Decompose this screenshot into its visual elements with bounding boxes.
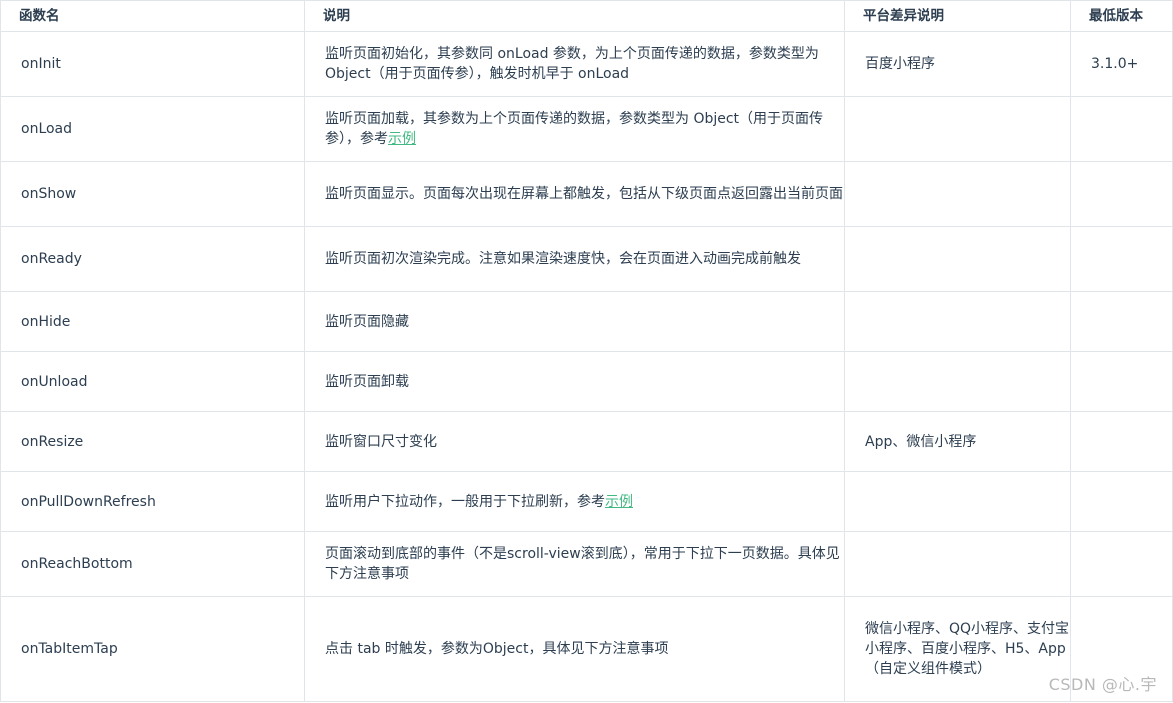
description-text: 监听页面初始化，其参数同 onLoad 参数，为上个页面传递的数据，参数类型为 … bbox=[325, 46, 819, 82]
min-version bbox=[1070, 96, 1173, 162]
min-version bbox=[1070, 351, 1173, 412]
function-name: onPullDownRefresh bbox=[0, 471, 305, 532]
header-function-name: 函数名 bbox=[0, 0, 305, 32]
description-text: 监听页面显示。页面每次出现在屏幕上都触发，包括从下级页面点返回露出当前页面 bbox=[325, 186, 843, 202]
function-description: 监听页面卸载 bbox=[304, 351, 845, 412]
header-row: 函数名 说明 平台差异说明 最低版本 bbox=[0, 0, 1173, 32]
lifecycle-table: 函数名 说明 平台差异说明 最低版本 onInit 监听页面初始化，其参数同 o… bbox=[0, 0, 1173, 702]
watermark: CSDN @心.宇 bbox=[1048, 675, 1157, 694]
function-description: 监听页面初次渲染完成。注意如果渲染速度快，会在页面进入动画完成前触发 bbox=[304, 226, 845, 292]
function-description: 监听页面初始化，其参数同 onLoad 参数，为上个页面传递的数据，参数类型为 … bbox=[304, 31, 845, 97]
function-name: onTabItemTap bbox=[0, 596, 305, 702]
table-row: onShow 监听页面显示。页面每次出现在屏幕上都触发，包括从下级页面点返回露出… bbox=[0, 161, 1173, 227]
function-description: 点击 tab 时触发，参数为Object，具体见下方注意事项 bbox=[304, 596, 845, 702]
platform-diff bbox=[844, 291, 1071, 352]
table-row: onLoad 监听页面加载，其参数为上个页面传递的数据，参数类型为 Object… bbox=[0, 96, 1173, 162]
min-version bbox=[1070, 411, 1173, 472]
header-platform-diff: 平台差异说明 bbox=[844, 0, 1071, 32]
min-version bbox=[1070, 226, 1173, 292]
table-row: onResize 监听窗口尺寸变化 App、微信小程序 bbox=[0, 411, 1173, 472]
function-name: onHide bbox=[0, 291, 305, 352]
table-row: onHide 监听页面隐藏 bbox=[0, 291, 1173, 352]
platform-diff bbox=[844, 471, 1071, 532]
function-name: onUnload bbox=[0, 351, 305, 412]
function-description: 监听用户下拉动作，一般用于下拉刷新，参考示例 bbox=[304, 471, 845, 532]
header-description: 说明 bbox=[304, 0, 845, 32]
function-description: 监听页面加载，其参数为上个页面传递的数据，参数类型为 Object（用于页面传参… bbox=[304, 96, 845, 162]
function-name: onShow bbox=[0, 161, 305, 227]
example-link[interactable]: 示例 bbox=[388, 131, 416, 147]
function-description: 监听窗口尺寸变化 bbox=[304, 411, 845, 472]
description-text: 监听页面卸载 bbox=[325, 373, 409, 390]
description-text: 监听用户下拉动作，一般用于下拉刷新，参考 bbox=[325, 493, 605, 510]
function-description: 监听页面隐藏 bbox=[304, 291, 845, 352]
description-text: 点击 tab 时触发，参数为Object，具体见下方注意事项 bbox=[325, 641, 669, 657]
header-min-version: 最低版本 bbox=[1070, 0, 1173, 32]
description-text: 监听页面初次渲染完成。注意如果渲染速度快，会在页面进入动画完成前触发 bbox=[325, 251, 801, 267]
description-text: 监听窗口尺寸变化 bbox=[325, 433, 437, 450]
min-version bbox=[1070, 161, 1173, 227]
description-text: 页面滚动到底部的事件（不是scroll-view滚到底），常用于下拉下一页数据。… bbox=[325, 546, 840, 582]
min-version bbox=[1070, 531, 1173, 597]
function-description: 监听页面显示。页面每次出现在屏幕上都触发，包括从下级页面点返回露出当前页面 bbox=[304, 161, 845, 227]
platform-diff bbox=[844, 161, 1071, 227]
platform-diff: App、微信小程序 bbox=[844, 411, 1071, 472]
function-name: onInit bbox=[0, 31, 305, 97]
table-row: onInit 监听页面初始化，其参数同 onLoad 参数，为上个页面传递的数据… bbox=[0, 31, 1173, 97]
platform-diff: 微信小程序、QQ小程序、支付宝小程序、百度小程序、H5、App（自定义组件模式） bbox=[844, 596, 1071, 702]
function-name: onReady bbox=[0, 226, 305, 292]
min-version bbox=[1070, 471, 1173, 532]
table-row: onTabItemTap 点击 tab 时触发，参数为Object，具体见下方注… bbox=[0, 596, 1173, 702]
description-text: 监听页面隐藏 bbox=[325, 313, 409, 330]
min-version: 3.1.0+ bbox=[1070, 31, 1173, 97]
function-description: 页面滚动到底部的事件（不是scroll-view滚到底），常用于下拉下一页数据。… bbox=[304, 531, 845, 597]
example-link[interactable]: 示例 bbox=[605, 494, 633, 510]
platform-diff bbox=[844, 531, 1071, 597]
platform-diff bbox=[844, 226, 1071, 292]
function-name: onLoad bbox=[0, 96, 305, 162]
function-name: onResize bbox=[0, 411, 305, 472]
platform-diff: 百度小程序 bbox=[844, 31, 1071, 97]
table-row: onReachBottom 页面滚动到底部的事件（不是scroll-view滚到… bbox=[0, 531, 1173, 597]
platform-diff bbox=[844, 96, 1071, 162]
table-header: 函数名 说明 平台差异说明 最低版本 bbox=[0, 0, 1173, 32]
table-row: onReady 监听页面初次渲染完成。注意如果渲染速度快，会在页面进入动画完成前… bbox=[0, 226, 1173, 292]
min-version bbox=[1070, 291, 1173, 352]
platform-diff bbox=[844, 351, 1071, 412]
function-name: onReachBottom bbox=[0, 531, 305, 597]
table-row: onPullDownRefresh 监听用户下拉动作，一般用于下拉刷新，参考示例 bbox=[0, 471, 1173, 532]
table-row: onUnload 监听页面卸载 bbox=[0, 351, 1173, 412]
